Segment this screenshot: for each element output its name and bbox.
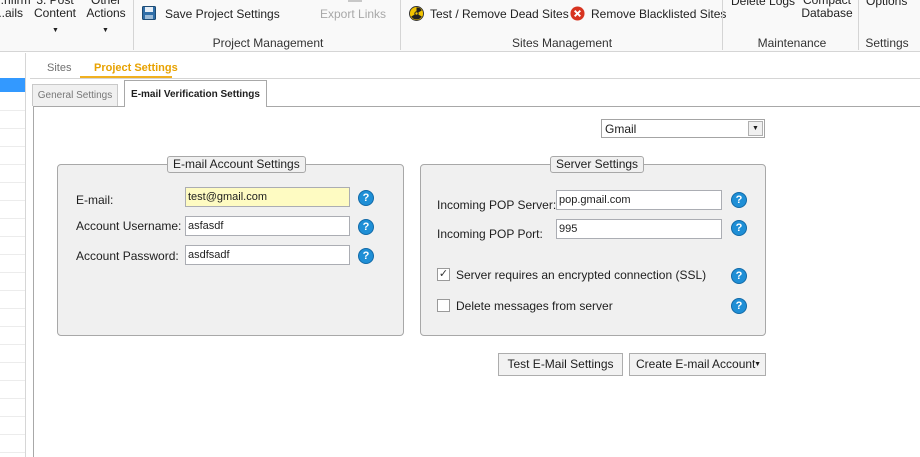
question-mark-icon[interactable]: ? (731, 298, 747, 314)
list-row-divider (0, 200, 25, 201)
list-row-divider (0, 182, 25, 183)
post-content-label-2: Content (33, 6, 77, 20)
confirm-emails-label-2: ...ails (0, 6, 23, 20)
email-provider-select[interactable]: Gmail ▼ (601, 119, 765, 138)
save-project-settings-button[interactable]: Save Project Settings (142, 5, 282, 23)
question-mark-icon[interactable]: ? (731, 220, 747, 236)
tab-divider (30, 78, 920, 79)
delete-messages-label: Delete messages from server (456, 299, 613, 313)
tab-email-verification-settings[interactable]: E-mail Verification Settings (124, 80, 267, 107)
red-x-circle-icon (570, 6, 585, 21)
list-row-divider (0, 326, 25, 327)
export-links-label: Export Links (320, 7, 387, 21)
list-row-divider (0, 398, 25, 399)
export-icon (348, 0, 362, 2)
selected-project-row[interactable] (0, 78, 25, 92)
email-field[interactable]: test@gmail.com (185, 187, 350, 207)
account-password-label: Account Password: (76, 249, 179, 263)
radiation-icon (409, 6, 424, 21)
ribbon-separator (722, 0, 723, 50)
list-row-divider (0, 110, 25, 111)
remove-blacklisted-sites-label: Remove Blacklisted Sites (591, 7, 727, 21)
other-actions-dropdown-icon[interactable]: ▼ (102, 27, 109, 34)
incoming-pop-port-label: Incoming POP Port: (437, 227, 543, 241)
question-mark-icon[interactable]: ? (358, 219, 374, 235)
floppy-disk-icon (142, 6, 156, 20)
compact-database-button[interactable]: Compact Database (798, 0, 856, 20)
list-row-divider (0, 290, 25, 291)
list-row-divider (0, 434, 25, 435)
list-row-divider (0, 380, 25, 381)
test-email-settings-button[interactable]: Test E-Mail Settings (498, 353, 623, 376)
test-remove-dead-sites-button[interactable]: Test / Remove Dead Sites (409, 5, 569, 23)
maintenance-group-label: Maintenance (757, 36, 827, 50)
projects-list[interactable] (0, 53, 26, 457)
email-provider-value: Gmail (605, 122, 637, 136)
delete-logs-button[interactable]: Delete Logs (731, 0, 795, 8)
list-row-divider (0, 164, 25, 165)
ribbon-toolbar: ...nfirm ...ails 3. Post Content ▼ Other… (0, 0, 920, 52)
test-remove-dead-sites-label: Test / Remove Dead Sites (430, 7, 569, 21)
ribbon-separator (400, 0, 401, 50)
email-account-settings-legend: E-mail Account Settings (167, 156, 306, 173)
other-actions-button[interactable]: Other Actions (84, 0, 128, 20)
list-row-divider (0, 272, 25, 273)
incoming-pop-port-field[interactable]: 995 (556, 219, 722, 239)
list-row-divider (0, 218, 25, 219)
list-row-divider (0, 128, 25, 129)
tab-project-settings[interactable]: Project Settings (94, 62, 178, 74)
create-email-account-button[interactable]: Create E-mail Account ▼ (629, 353, 766, 376)
post-content-button[interactable]: 3. Post Content (32, 0, 78, 20)
incoming-pop-server-field[interactable]: pop.gmail.com (556, 190, 722, 210)
create-email-account-label: Create E-mail Account (636, 357, 756, 371)
list-row-divider (0, 362, 25, 363)
incoming-pop-server-label: Incoming POP Server: (437, 198, 557, 212)
other-actions-label-2: Actions (86, 6, 126, 20)
post-content-dropdown-icon[interactable]: ▼ (52, 27, 59, 34)
list-row-divider (0, 146, 25, 147)
account-username-label: Account Username: (76, 219, 182, 233)
remove-blacklisted-sites-button[interactable]: Remove Blacklisted Sites (570, 5, 726, 23)
email-label: E-mail: (76, 193, 114, 207)
tab-general-settings[interactable]: General Settings (32, 84, 118, 106)
question-mark-icon[interactable]: ? (358, 190, 374, 206)
question-mark-icon[interactable]: ? (731, 192, 747, 208)
settings-group-label: Settings (865, 36, 909, 50)
chevron-down-icon[interactable]: ▼ (748, 121, 763, 136)
account-username-field[interactable]: asfasdf (185, 216, 350, 236)
list-row-divider (0, 308, 25, 309)
export-links-button[interactable]: Export Links (318, 0, 386, 22)
question-mark-icon[interactable]: ? (358, 248, 374, 264)
tab-sites[interactable]: Sites (47, 62, 71, 74)
confirm-emails-button[interactable]: ...nfirm ...ails (0, 0, 31, 20)
delete-messages-checkbox[interactable] (437, 299, 450, 312)
chevron-down-icon[interactable]: ▼ (754, 354, 761, 375)
ribbon-separator (858, 0, 859, 50)
question-mark-icon[interactable]: ? (731, 268, 747, 284)
options-button[interactable]: Options (866, 0, 907, 8)
server-settings-legend: Server Settings (550, 156, 645, 173)
save-project-settings-label: Save Project Settings (165, 7, 280, 21)
ribbon-separator (133, 0, 134, 50)
list-row-divider (0, 236, 25, 237)
ssl-checkbox[interactable]: ✓ (437, 268, 450, 281)
compact-database-label-2: Database (801, 6, 853, 20)
list-row-divider (0, 452, 25, 453)
sites-management-group-label: Sites Management (511, 36, 613, 50)
list-row-divider (0, 254, 25, 255)
list-row-divider (0, 344, 25, 345)
list-row-divider (0, 416, 25, 417)
ssl-label: Server requires an encrypted connection … (456, 268, 707, 282)
account-password-field[interactable]: asdfsadf (185, 245, 350, 265)
project-management-group-label: Project Management (212, 36, 324, 50)
